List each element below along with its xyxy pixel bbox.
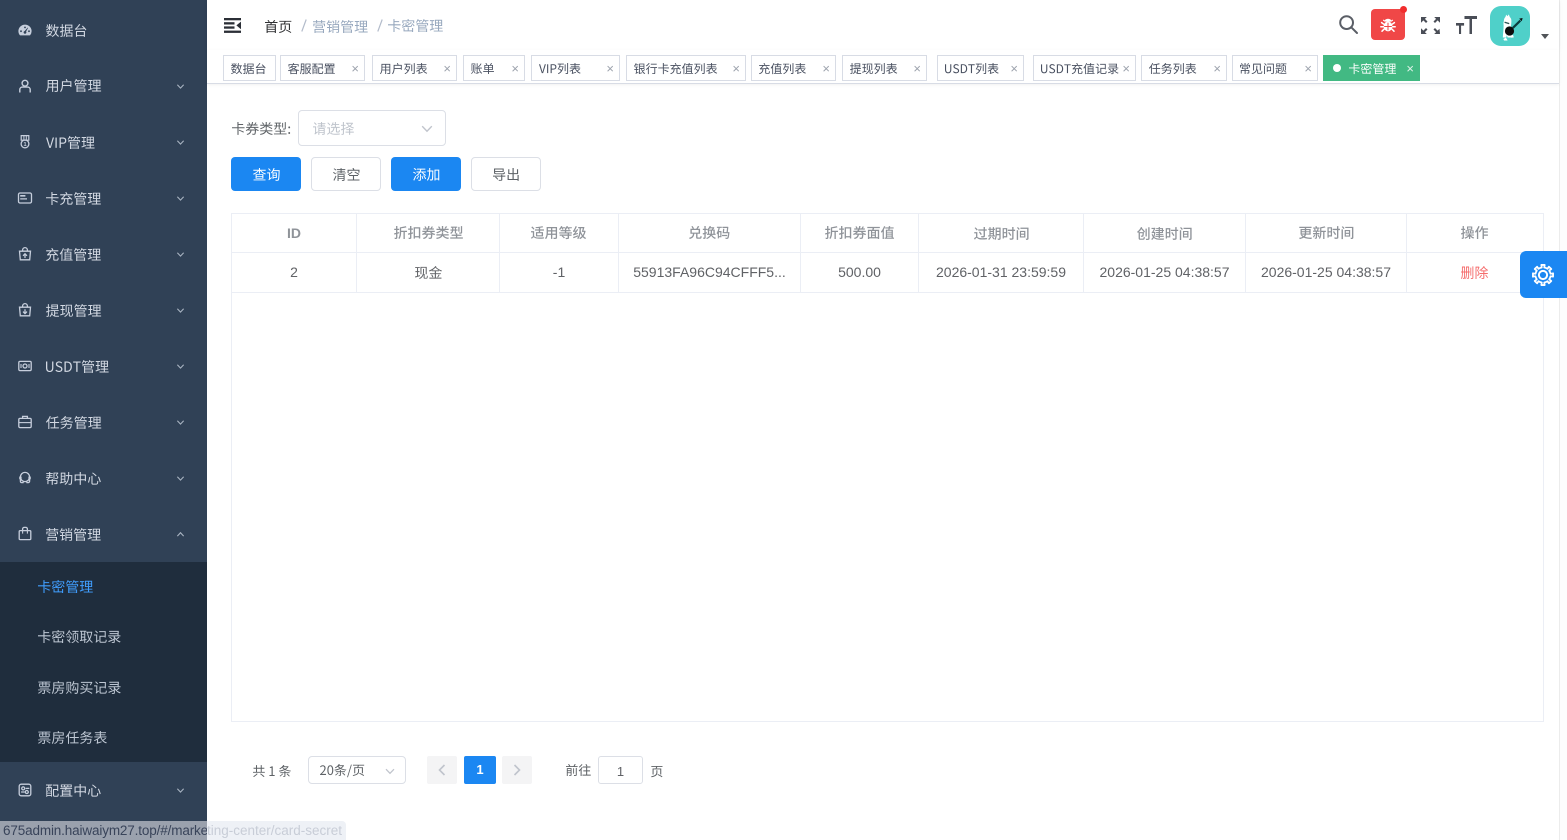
svg-text:1: 1 [23, 142, 26, 148]
